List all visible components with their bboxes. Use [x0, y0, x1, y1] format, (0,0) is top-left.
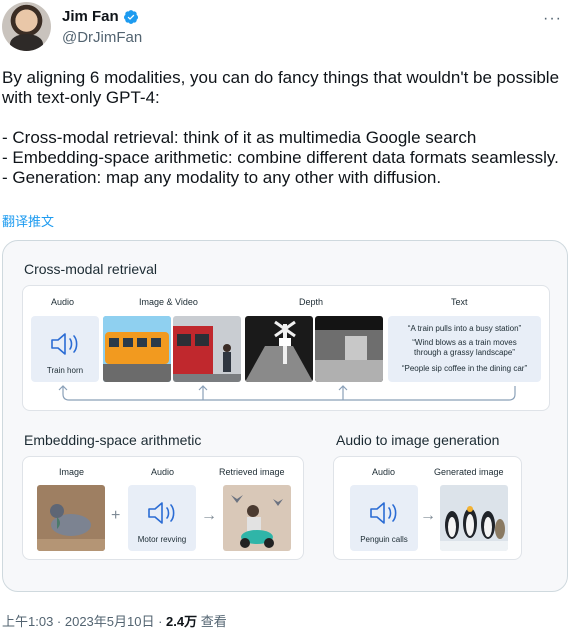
tweet-line: - Cross-modal retrieval: think of it as …: [2, 128, 477, 147]
translate-link[interactable]: 翻译推文: [2, 211, 54, 230]
speaker-icon: [370, 502, 397, 524]
arithmetic-panel: Image Audio Retrieved image + Motor revv…: [22, 456, 304, 560]
retrieved-scooter-image: [223, 485, 291, 551]
views-label: 查看: [197, 614, 227, 629]
label-image: Image: [59, 467, 85, 477]
avatar[interactable]: [2, 2, 51, 51]
audio-caption: Motor revving: [137, 535, 187, 544]
author-handle[interactable]: @DrJimFan: [62, 29, 142, 46]
generation-title: Audio to image generation: [336, 432, 500, 448]
more-options-icon[interactable]: ···: [543, 10, 562, 28]
quote-3: “People sip coffee in the dining car”: [401, 364, 528, 373]
label-audio: Audio: [151, 467, 175, 477]
tweet-line: [2, 108, 562, 128]
train-image: [103, 316, 171, 382]
tweet-line: - Generation: map any modality to any ot…: [2, 168, 442, 187]
retrieval-panel: Audio Image & Video Depth Text Train hor…: [22, 285, 550, 411]
tweet-header: Jim Fan @DrJimFan ···: [0, 0, 576, 60]
label-text: Text: [451, 297, 468, 307]
arrow-right-icon: →: [201, 507, 217, 524]
author-name[interactable]: Jim Fan: [62, 8, 139, 25]
audio-caption: Train horn: [46, 366, 84, 375]
tweet-media-image[interactable]: Cross-modal retrieval Audio Image & Vide…: [2, 240, 568, 592]
label-generated: Generated image: [434, 467, 504, 477]
audio-train-horn: Train horn: [31, 316, 99, 382]
pigeon-image: [37, 485, 105, 551]
station-image: [173, 316, 241, 382]
depth-image-2: [315, 316, 383, 382]
depth-image-1: [245, 316, 313, 382]
author-name-text[interactable]: Jim Fan: [62, 8, 119, 25]
label-depth: Depth: [299, 297, 324, 307]
tweet-line: By aligning 6 modalities, you can do fan…: [2, 68, 564, 107]
label-audio: Audio: [372, 467, 396, 477]
audio-penguin-calls: Penguin calls: [350, 485, 418, 551]
quote-2: “Wind blows as a train moves through a g…: [412, 338, 517, 357]
tweet-text: By aligning 6 modalities, you can do fan…: [2, 68, 562, 188]
audio-motor-revving: Motor revving: [128, 485, 196, 551]
speaker-icon: [148, 502, 175, 524]
retrieval-title: Cross-modal retrieval: [24, 261, 158, 277]
label-retrieved: Retrieved image: [219, 467, 285, 477]
tweet-footer: 上午1:03 · 2023年5月10日 · 2.4万 查看: [2, 611, 227, 630]
arrow-right-icon: →: [420, 507, 436, 524]
retrieval-connector-arrows: [58, 385, 516, 401]
views-count: 2.4万: [166, 614, 198, 629]
timestamp[interactable]: 上午1:03 · 2023年5月10日 ·: [2, 614, 166, 629]
text-quotes-box: “A train pulls into a busy station” “Win…: [388, 316, 541, 382]
label-audio: Audio: [51, 297, 75, 307]
generated-penguins-image: [440, 485, 508, 551]
quote-1: “A train pulls into a busy station”: [407, 324, 522, 333]
plus-sign: +: [111, 507, 121, 524]
label-image-video: Image & Video: [139, 297, 198, 307]
audio-caption: Penguin calls: [360, 535, 408, 544]
tweet-line: - Embedding-space arithmetic: combine di…: [2, 148, 559, 167]
speaker-icon: [51, 333, 78, 355]
verified-badge-icon: [123, 9, 138, 24]
arithmetic-title: Embedding-space arithmetic: [24, 432, 202, 448]
generation-panel: Audio Generated image Penguin calls →: [333, 456, 522, 560]
